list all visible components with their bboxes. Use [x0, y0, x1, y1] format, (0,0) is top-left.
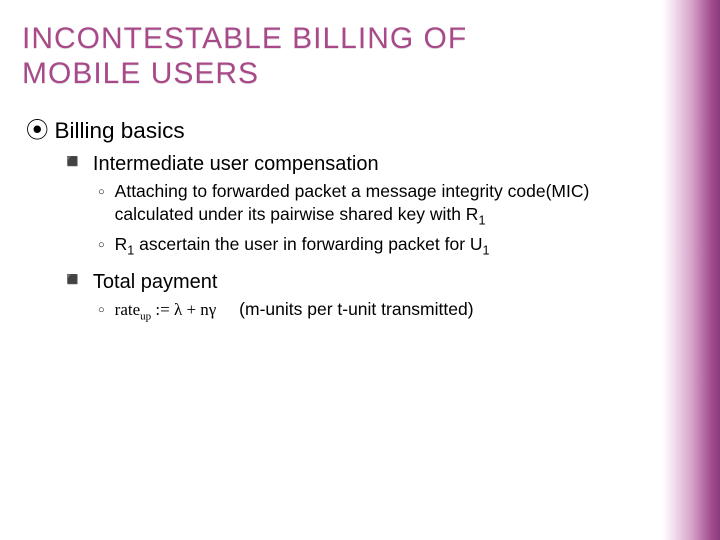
formula-assign: := — [151, 300, 174, 319]
level2b-text: Total payment — [93, 271, 218, 293]
slide-content: INCONTESTABLE BILLING OF MOBILE USERS ⦿B… — [0, 0, 720, 324]
level2a-text: Intermediate user compensation — [93, 153, 379, 175]
title-line-1: INCONTESTABLE BILLING OF — [22, 22, 467, 55]
bullet-level2-a: ◾ Intermediate user compensation — [60, 151, 650, 176]
level3a-pre: Attaching to forwarded packet a message … — [115, 181, 590, 224]
level3b-text: R 1 ascertain the user in forwarding pack… — [115, 233, 650, 259]
bullet-square-icon: ◾ — [60, 269, 85, 291]
slide-title: INCONTESTABLE BILLING OF MOBILE USERS — [22, 22, 650, 91]
level3b-mid: ascertain the user in forwarding packet … — [134, 234, 482, 254]
formula-rhs: λ + nγ — [174, 300, 216, 319]
formula-lhs: rate — [115, 300, 140, 319]
title-line-2: MOBILE USERS — [22, 57, 259, 90]
level3c-text: rateup := λ + nγ (m-units per t-unit tra… — [115, 298, 650, 324]
bullet-hollow-circle-icon: ○ — [98, 298, 105, 324]
bullet-level3-a: ○ Attaching to forwarded packet a messag… — [98, 180, 650, 229]
bullet-level2-b: ◾ Total payment — [60, 269, 650, 294]
level1-text: Billing basics — [55, 118, 185, 143]
bullet-hollow-circle-icon: ○ — [98, 233, 105, 259]
bullet-level3-c: ○ rateup := λ + nγ (m-units per t-unit t… — [98, 298, 650, 324]
level3a-text: Attaching to forwarded packet a message … — [115, 180, 650, 229]
level3a-sub: 1 — [478, 214, 485, 228]
level3b-u-sub: 1 — [483, 244, 490, 258]
bullet-level3-b: ○ R 1 ascertain the user in forwarding pa… — [98, 233, 650, 259]
bullet-square-icon: ◾ — [60, 151, 85, 173]
bullet-hollow-circle-icon: ○ — [98, 180, 105, 229]
formula-lhs-sub: up — [140, 311, 151, 323]
bullet-level1: ⦿Billing basics — [26, 113, 650, 145]
side-gradient — [662, 0, 720, 540]
bullet-circled-dot-icon: ⦿ — [26, 118, 49, 143]
level3b-r: R — [115, 234, 128, 254]
formula: rateup := λ + nγ — [115, 299, 217, 324]
level3c-paren: (m-units per t-unit transmitted) — [239, 299, 473, 319]
